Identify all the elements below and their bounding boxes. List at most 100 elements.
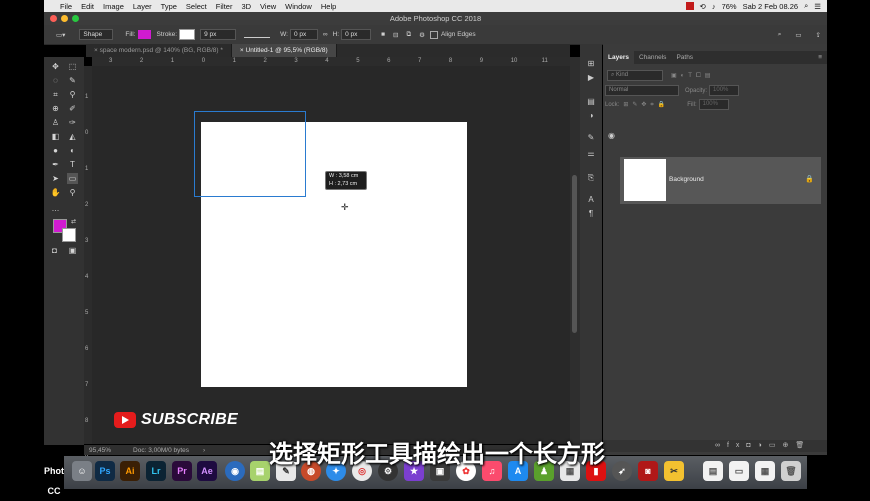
volume-icon[interactable]: ♪ [712, 2, 716, 11]
search-icon[interactable]: ⌕ [778, 31, 782, 39]
path-select-icon[interactable]: ➤ [50, 173, 61, 184]
menu-help[interactable]: Help [321, 2, 336, 11]
path-operations-icon[interactable]: ■ [381, 31, 385, 38]
time-machine-icon[interactable]: ⟲ [700, 2, 706, 11]
downloads-icon[interactable]: ▦ [755, 461, 775, 481]
tool-preset-picker[interactable]: ▭▾ [56, 31, 65, 39]
fill-swatch[interactable] [137, 30, 151, 39]
scrollbar-thumb[interactable] [572, 175, 577, 333]
quick-mask-icon[interactable]: ◘ [49, 245, 60, 256]
libraries-icon[interactable]: ▤ [585, 96, 597, 107]
lock-icon[interactable]: 🔒 [805, 175, 814, 183]
workspace-icon[interactable]: ▭ [795, 31, 801, 39]
stroke-width-field[interactable]: 9 px [200, 29, 237, 40]
brushes-icon[interactable]: ✎ [585, 132, 597, 143]
share-icon[interactable]: ⇪ [816, 31, 821, 39]
photo-booth-icon[interactable]: ◙ [638, 461, 658, 481]
tab-channels[interactable]: Channels [634, 51, 671, 64]
paint-bucket-icon[interactable]: ◭ [67, 131, 78, 142]
tab-layers[interactable]: Layers [603, 51, 634, 64]
minimize-window-button[interactable] [61, 15, 68, 22]
dodge-tool-icon[interactable]: ◐ [67, 145, 78, 156]
pen-tool-icon[interactable]: ✒ [50, 159, 61, 170]
properties-icon[interactable]: ⚌ [585, 148, 597, 159]
actions-icon[interactable]: ▶ [585, 72, 597, 83]
blue-app-icon[interactable]: ◉ [225, 461, 245, 481]
finder-icon[interactable]: ☺ [72, 461, 92, 481]
menu-list-icon[interactable]: ☰ [814, 2, 821, 11]
more-tools-icon[interactable]: … [50, 203, 61, 214]
hand-tool-icon[interactable]: ✋ [50, 187, 61, 198]
launchpad-icon[interactable]: ➶ [612, 461, 632, 481]
character-icon[interactable]: A [585, 194, 597, 205]
eraser-tool-icon[interactable]: ◧ [50, 131, 61, 142]
layer-row-background[interactable]: Background 🔒 [620, 157, 821, 204]
menu-select[interactable]: Select [186, 2, 207, 11]
menu-view[interactable]: View [260, 2, 276, 11]
align-edges-checkbox[interactable] [429, 30, 438, 39]
menu-window[interactable]: Window [285, 2, 312, 11]
green-app-icon[interactable]: ▤ [250, 461, 270, 481]
history-icon[interactable]: ⊞ [585, 58, 597, 69]
clone-source-icon[interactable]: ⎘ [585, 172, 597, 183]
menu-file[interactable]: File [60, 2, 72, 11]
brush-tool-icon[interactable]: ✐ [67, 103, 78, 114]
healing-brush-icon[interactable]: ⊕ [50, 103, 61, 114]
menu-edit[interactable]: Edit [81, 2, 94, 11]
opacity-field[interactable]: 100% [709, 85, 740, 96]
spotlight-icon[interactable]: ⌕ [804, 1, 808, 11]
fill-field[interactable]: 100% [698, 99, 729, 110]
clone-stamp-icon[interactable]: ♙ [50, 117, 61, 128]
lock-icons[interactable]: ⊞✎✥⌗🔒 [623, 101, 669, 109]
zoom-window-button[interactable] [72, 15, 79, 22]
stroke-type-picker[interactable] [244, 32, 271, 38]
app-menu[interactable]: Photoshop CC [44, 461, 91, 496]
type-tool-icon[interactable]: T [67, 159, 78, 170]
document-icon[interactable]: ▤ [703, 461, 723, 481]
lasso-tool-icon[interactable]: ◌ [50, 75, 61, 86]
crop-tool-icon[interactable]: ⌗ [50, 89, 61, 100]
filter-icons[interactable]: ▣◐T⧠▤ [671, 72, 714, 80]
shape-mode-select[interactable]: Shape [79, 29, 114, 40]
lightroom-app-icon[interactable]: Lr [146, 461, 166, 481]
layer-filter-select[interactable]: ⌕ Kind [607, 70, 663, 81]
menu-filter[interactable]: Filter [216, 2, 233, 11]
rectangle-tool-icon[interactable]: ▭ [67, 173, 78, 184]
preview-icon[interactable]: ▭ [729, 461, 749, 481]
menu-layer[interactable]: Layer [133, 2, 152, 11]
quick-select-tool-icon[interactable]: ✎ [67, 75, 78, 86]
menu-type[interactable]: Type [161, 2, 177, 11]
trash-icon[interactable]: 🗑 [781, 461, 801, 481]
panel-menu-icon[interactable]: ≡ [813, 51, 827, 64]
tab-untitled-1[interactable]: × Untitled-1 @ 95,5% (RGB/8) [231, 44, 337, 57]
marquee-tool-icon[interactable]: ⬚ [67, 61, 78, 72]
menu-image[interactable]: Image [103, 2, 124, 11]
menu-3d[interactable]: 3D [241, 2, 251, 11]
close-window-button[interactable] [50, 15, 57, 22]
adjustments-icon[interactable]: ◑ [585, 110, 597, 121]
move-tool-icon[interactable]: ✥ [50, 61, 61, 72]
illustrator-app-icon[interactable]: Ai [120, 461, 140, 481]
blur-tool-icon[interactable]: ● [50, 145, 61, 156]
height-field[interactable]: 0 px [341, 29, 372, 40]
zoom-level[interactable]: 95,45% [89, 447, 111, 454]
tab-paths[interactable]: Paths [671, 51, 698, 64]
blend-mode-select[interactable]: Normal [605, 85, 679, 96]
swap-colors-icon[interactable]: ⇄ [68, 217, 79, 228]
history-brush-icon[interactable]: ✑ [67, 117, 78, 128]
record-icon[interactable] [685, 2, 694, 10]
battery-percent[interactable]: 76% [722, 2, 737, 11]
eyedropper-tool-icon[interactable]: ⚲ [67, 89, 78, 100]
photoshop-app-icon[interactable]: Ps [95, 461, 115, 481]
tab-space-modern[interactable]: × space modern.psd @ 140% (BG, RGB/8) * [86, 44, 232, 57]
utility-app-icon[interactable]: ✂ [664, 461, 684, 481]
status-arrow-icon[interactable]: › [203, 447, 205, 454]
path-arrangement-icon[interactable]: ⧉ [406, 31, 411, 39]
background-color-swatch[interactable] [62, 228, 76, 242]
gear-icon[interactable]: ⚙ [419, 31, 425, 39]
path-alignment-icon[interactable]: ⊟ [393, 31, 398, 39]
eye-icon[interactable]: ◉ [608, 131, 615, 140]
premiere-app-icon[interactable]: Pr [172, 461, 192, 481]
stroke-swatch[interactable] [179, 29, 196, 40]
screen-mode-icon[interactable]: ▣ [67, 245, 78, 256]
